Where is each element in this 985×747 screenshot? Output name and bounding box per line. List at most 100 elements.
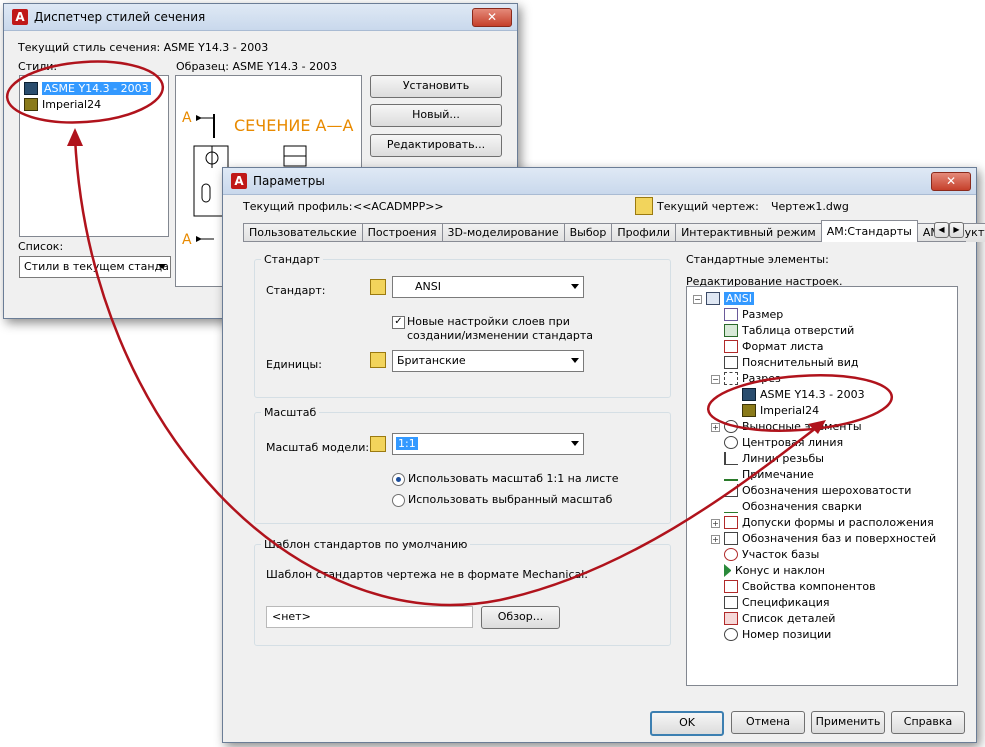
- scale-folder-icon[interactable]: [370, 436, 386, 452]
- new-button[interactable]: Новый...: [370, 104, 502, 127]
- tree-item-label: Разрез: [742, 371, 781, 385]
- tree-item[interactable]: Обозначения сварки: [724, 498, 862, 514]
- expand-icon[interactable]: +: [711, 423, 720, 432]
- tree-item-label: Допуски формы и расположения: [742, 515, 934, 529]
- close-button[interactable]: ✕: [931, 172, 971, 191]
- chevron-down-icon: [571, 284, 579, 289]
- tree-root[interactable]: ANSI: [706, 290, 754, 306]
- radio-use-selected[interactable]: [392, 494, 405, 507]
- tab-am-standards[interactable]: AM:Стандарты: [820, 220, 918, 242]
- taper-slope-icon: [724, 563, 731, 577]
- window-title: Параметры: [253, 174, 325, 188]
- radio-use-1-1[interactable]: [392, 473, 405, 486]
- standard-select[interactable]: ANSI: [392, 276, 584, 298]
- style-name: ASME Y14.3 - 2003: [42, 81, 151, 95]
- list-item[interactable]: Imperial24: [24, 96, 101, 112]
- tree-item[interactable]: Imperial24: [742, 402, 819, 418]
- tree-item[interactable]: Допуски формы и расположения: [724, 514, 934, 530]
- layers-checkbox[interactable]: ✓: [392, 316, 405, 329]
- tree-item[interactable]: Размер: [724, 306, 783, 322]
- tree-item[interactable]: Примечание: [724, 466, 814, 482]
- centerline-icon: [724, 435, 738, 449]
- parts-list-icon: [724, 611, 738, 625]
- model-scale-select[interactable]: 1:1: [392, 433, 584, 455]
- section-style-icon: [24, 97, 38, 111]
- tree-item[interactable]: Обозначения шероховатости: [724, 482, 911, 498]
- model-scale-label: Масштаб модели:: [266, 441, 370, 454]
- tree-item[interactable]: Участок базы: [724, 546, 819, 562]
- tree-item-label: Выносные элементы: [742, 419, 862, 433]
- tab-strip: Пользовательские Построения 3D-моделиров…: [243, 220, 985, 242]
- tree-item[interactable]: Номер позиции: [724, 626, 831, 642]
- layers-checkbox-label-line1: Новые настройки слоев при: [407, 315, 570, 328]
- note-icon: [724, 468, 738, 481]
- preview-letter: А: [182, 110, 192, 126]
- tab-profiles[interactable]: Профили: [611, 223, 677, 242]
- preview-letter-bottom: А: [182, 232, 192, 248]
- tab-user[interactable]: Пользовательские: [243, 223, 363, 242]
- units-folder-icon[interactable]: [370, 352, 386, 368]
- expand-icon[interactable]: +: [711, 535, 720, 544]
- section-style-icon: [742, 403, 756, 417]
- tab-scroll-right-button[interactable]: ▶: [949, 222, 964, 238]
- edit-button[interactable]: Редактировать...: [370, 134, 502, 157]
- tab-interactive[interactable]: Интерактивный режим: [675, 223, 822, 242]
- tree-item-label: Пояснительный вид: [742, 355, 859, 369]
- close-button[interactable]: ✕: [472, 8, 512, 27]
- tree-item-label: Таблица отверстий: [742, 323, 855, 337]
- tree-item[interactable]: Разрез: [724, 370, 781, 386]
- units-select[interactable]: Британские: [392, 350, 584, 372]
- tree-item[interactable]: Список деталей: [724, 610, 835, 626]
- tree-item[interactable]: Обозначения баз и поверхностей: [724, 530, 936, 546]
- tree-item[interactable]: Линии резьбы: [724, 450, 824, 466]
- chevron-down-icon: [571, 358, 579, 363]
- ok-button[interactable]: OK: [650, 711, 724, 736]
- tab-drafting[interactable]: Построения: [361, 223, 443, 242]
- styles-label: Стили:: [18, 60, 58, 73]
- template-input[interactable]: <нет>: [266, 606, 473, 628]
- tree-item-label: Свойства компонентов: [742, 579, 876, 593]
- cancel-button[interactable]: Отмена: [731, 711, 805, 734]
- help-button[interactable]: Справка: [891, 711, 965, 734]
- list-item[interactable]: ASME Y14.3 - 2003: [24, 80, 151, 96]
- styles-list[interactable]: ASME Y14.3 - 2003 Imperial24: [19, 75, 169, 237]
- list-filter-select[interactable]: Стили в текущем станда: [19, 256, 171, 278]
- sheet-format-icon: [724, 339, 738, 353]
- std-elements-label: Стандартные элементы:: [686, 253, 829, 266]
- set-button[interactable]: Установить: [370, 75, 502, 98]
- tab-3d-modeling[interactable]: 3D-моделирование: [441, 223, 565, 242]
- tree-item-label: Номер позиции: [742, 627, 832, 641]
- style-name: Imperial24: [42, 97, 102, 111]
- template-label: Шаблон стандартов чертежа не в формате M…: [266, 568, 589, 581]
- tree-item[interactable]: Спецификация: [724, 594, 829, 610]
- layers-checkbox-label-line2: создании/изменении стандарта: [407, 329, 594, 342]
- standard-value: ANSI: [415, 280, 441, 293]
- radio-dot: [396, 477, 401, 482]
- tree-item[interactable]: Выносные элементы: [724, 418, 862, 434]
- apply-button[interactable]: Применить: [811, 711, 885, 734]
- detail-element-icon: [724, 419, 738, 433]
- standard-folder-icon[interactable]: [370, 279, 386, 295]
- standards-tree[interactable]: − ANSI Размер Таблица отверстий Формат л…: [686, 286, 958, 686]
- tree-item-label: Конус и наклон: [735, 563, 825, 577]
- tree-item[interactable]: Пояснительный вид: [724, 354, 858, 370]
- collapse-icon[interactable]: −: [693, 295, 702, 304]
- tree-item[interactable]: Свойства компонентов: [724, 578, 876, 594]
- datum-icon: [724, 531, 738, 545]
- section-style-icon: [742, 387, 756, 401]
- tree-item[interactable]: Конус и наклон: [724, 562, 825, 578]
- tree-item[interactable]: ASME Y14.3 - 2003: [742, 386, 865, 402]
- browse-button[interactable]: Обзор...: [481, 606, 560, 629]
- tab-scroll-left-button[interactable]: ◀: [934, 222, 949, 238]
- tab-selection[interactable]: Выбор: [563, 223, 613, 242]
- datum-target-icon: [724, 547, 738, 561]
- expand-icon[interactable]: +: [711, 519, 720, 528]
- tree-item[interactable]: Таблица отверстий: [724, 322, 854, 338]
- thread-lines-icon: [724, 451, 738, 465]
- component-properties-icon: [724, 579, 738, 593]
- collapse-icon[interactable]: −: [711, 375, 720, 384]
- tree-item[interactable]: Центровая линия: [724, 434, 843, 450]
- tree-item[interactable]: Формат листа: [724, 338, 824, 354]
- list-filter-value: Стили в текущем станда: [24, 260, 169, 273]
- current-profile-label: Текущий профиль:: [243, 200, 353, 213]
